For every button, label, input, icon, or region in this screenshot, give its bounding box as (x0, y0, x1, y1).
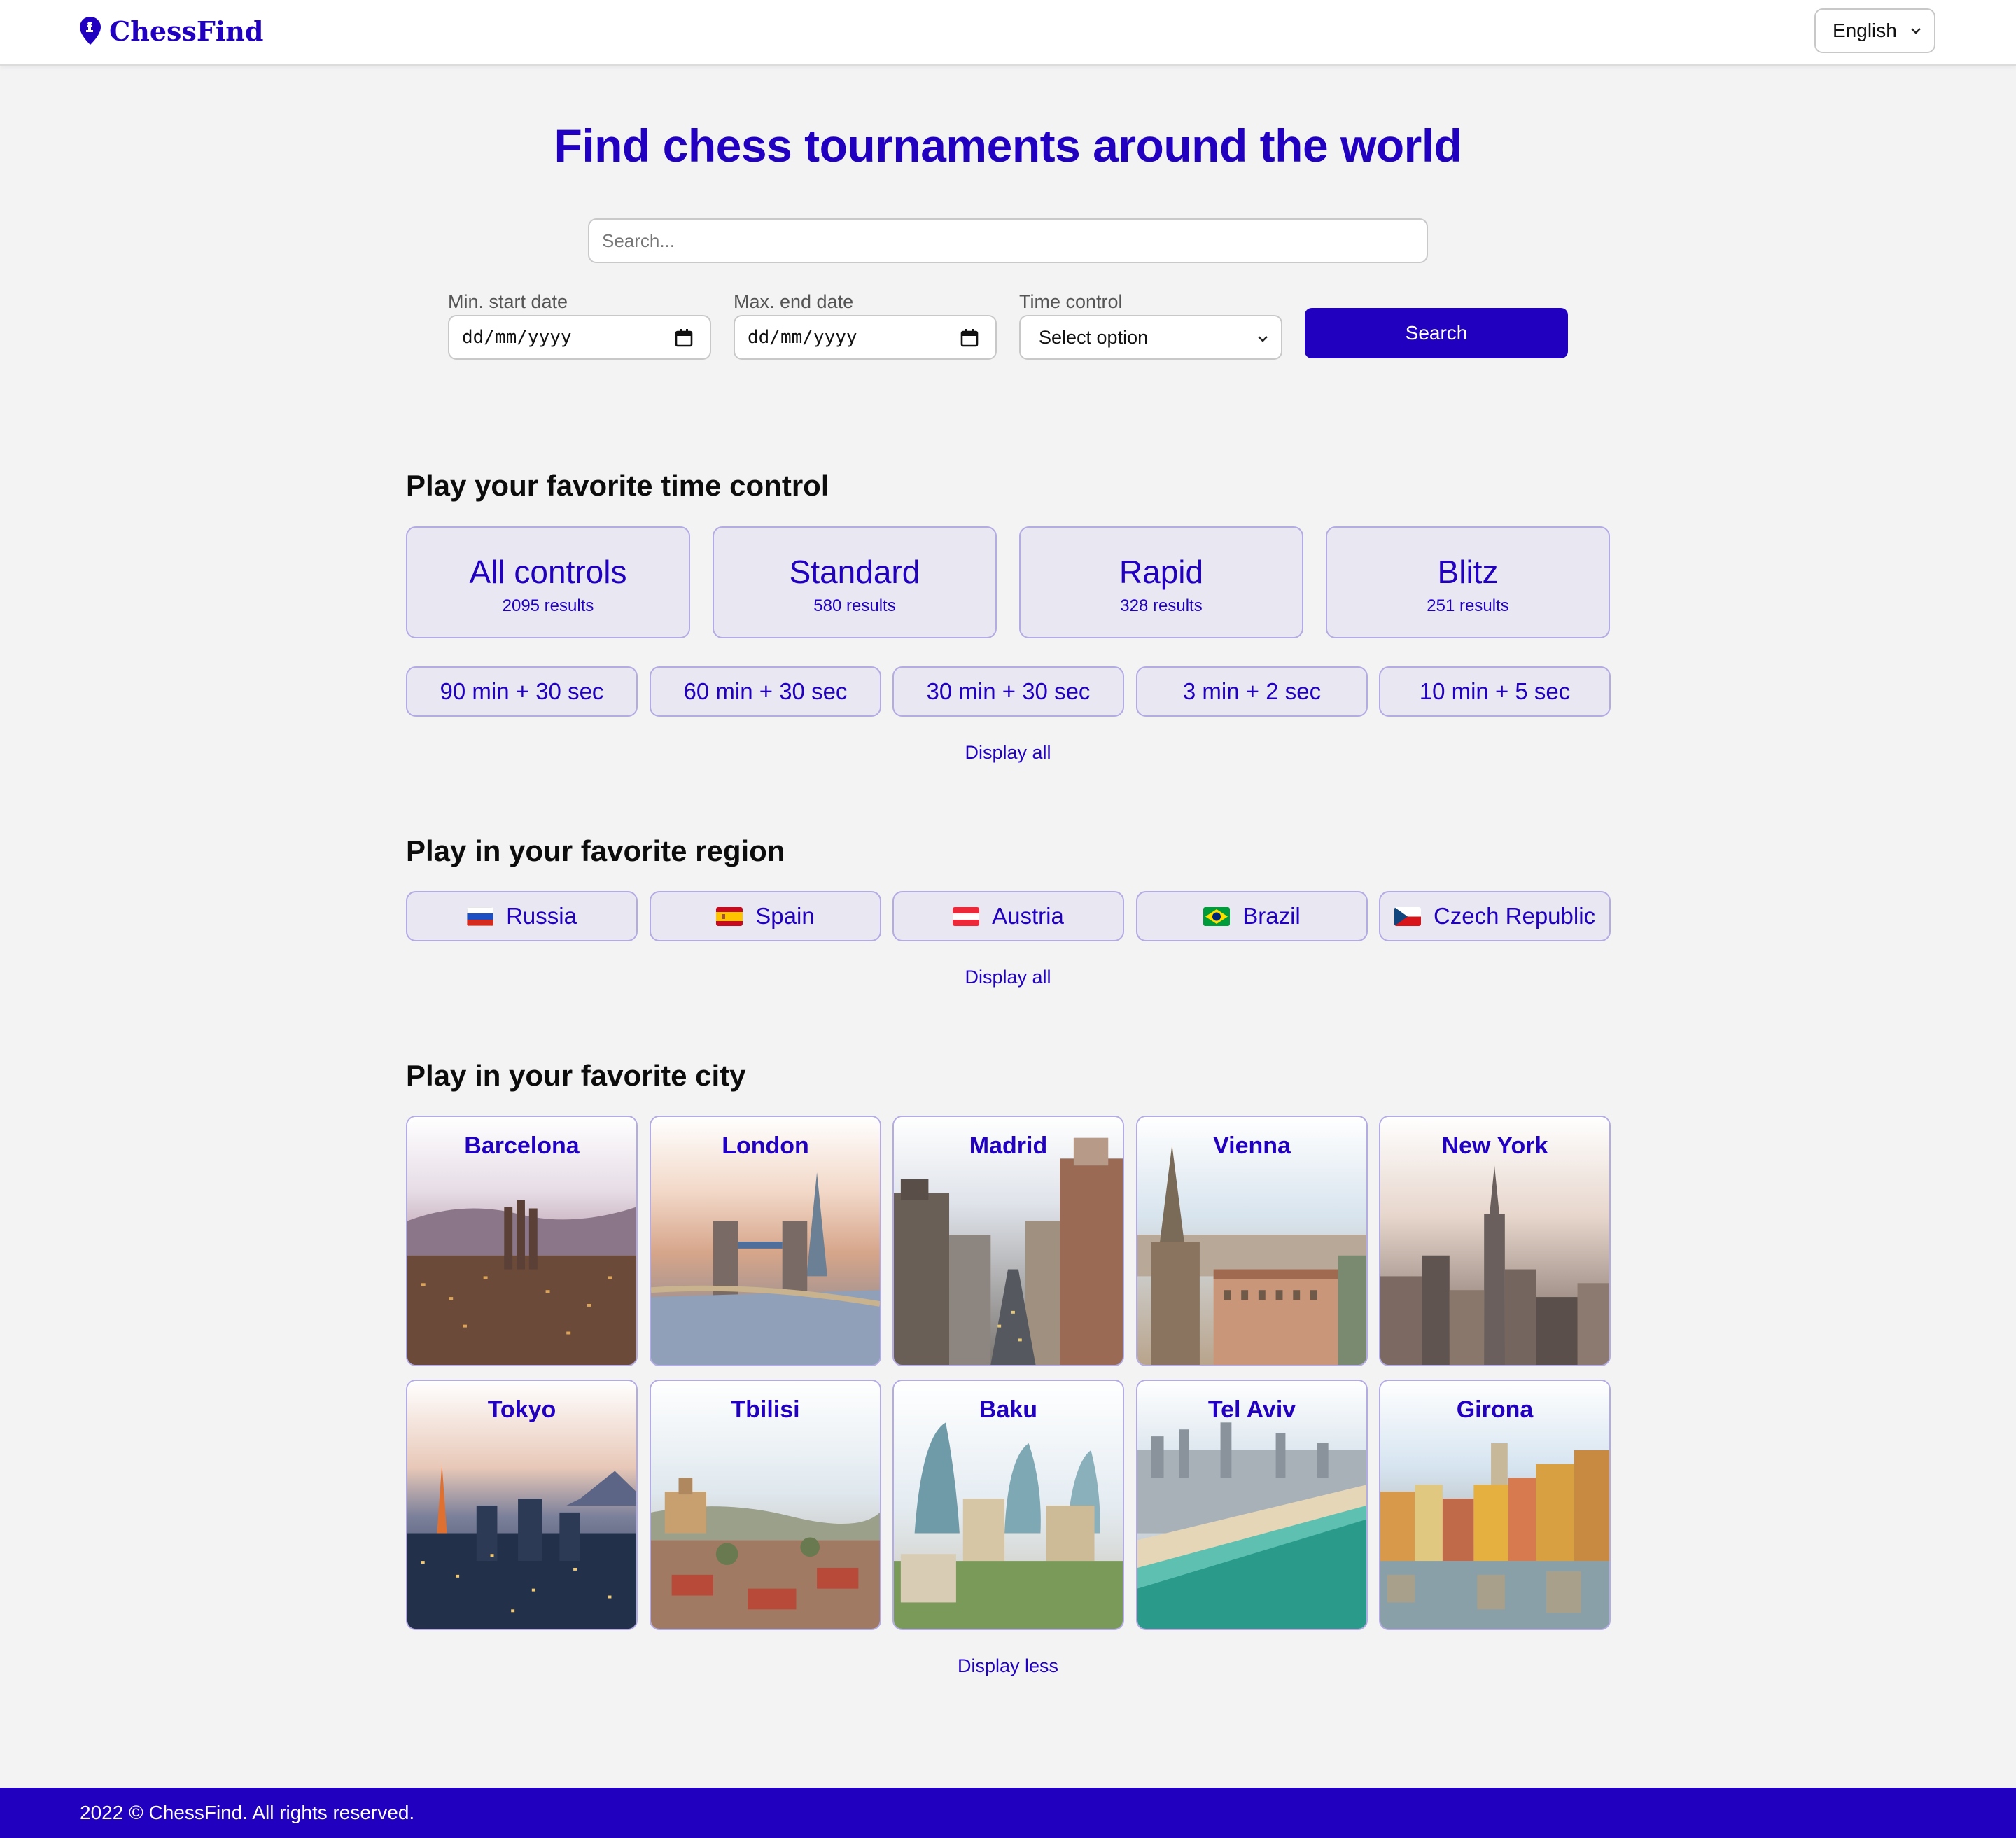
region-section-title: Play in your favorite region (406, 834, 785, 867)
flag-spain-icon (716, 906, 743, 926)
city-name: Baku (979, 1396, 1038, 1423)
time-control-card-blitz[interactable]: Blitz 251 results (1326, 526, 1610, 638)
city-name: Madrid (969, 1132, 1048, 1159)
footer-copyright: 2022 © ChessFind. All rights reserved. (80, 1802, 415, 1823)
top-navbar: ChessFind English (0, 0, 2016, 66)
language-select[interactable]: English (1814, 8, 1935, 53)
time-control-value: Select option (1039, 326, 1149, 348)
time-control-card-rapid[interactable]: Rapid 328 results (1019, 526, 1303, 638)
language-value: English (1833, 20, 1897, 41)
time-preset-pill[interactable]: 90 min + 30 sec (406, 666, 638, 717)
city-card-new-york[interactable]: New York (1379, 1116, 1611, 1366)
min-start-date-value: dd/mm/yyyy (462, 327, 572, 348)
region-pill-spain[interactable]: Spain (650, 891, 881, 941)
display-all-regions-link[interactable]: Display all (0, 967, 2016, 988)
city-name: Tbilisi (731, 1396, 800, 1423)
display-all-time-controls-link[interactable]: Display all (0, 742, 2016, 764)
flag-brazil-icon (1203, 906, 1231, 926)
card-title: All controls (469, 554, 627, 590)
city-card-barcelona[interactable]: Barcelona (406, 1116, 638, 1366)
city-name: New York (1441, 1132, 1548, 1159)
city-card-girona[interactable]: Girona (1379, 1380, 1611, 1630)
time-control-select[interactable]: Select option (1019, 315, 1282, 360)
max-end-date-input[interactable]: dd/mm/yyyy (734, 315, 997, 360)
city-name: Vienna (1213, 1132, 1291, 1159)
city-card-tbilisi[interactable]: Tbilisi (650, 1380, 881, 1630)
city-name: Tel Aviv (1208, 1396, 1296, 1423)
max-end-date-filter: Max. end date dd/mm/yyyy (734, 290, 997, 360)
region-pill-russia[interactable]: Russia (406, 891, 638, 941)
card-results: 328 results (1120, 596, 1203, 615)
search-button[interactable]: Search (1305, 308, 1568, 358)
city-name: London (722, 1132, 809, 1159)
region-pill-brazil[interactable]: Brazil (1136, 891, 1368, 941)
logo-text: ChessFind (109, 15, 264, 47)
city-card-madrid[interactable]: Madrid (892, 1116, 1124, 1366)
flag-czech-icon (1394, 906, 1421, 926)
card-title: Rapid (1119, 554, 1204, 590)
time-control-card-standard[interactable]: Standard 580 results (713, 526, 997, 638)
city-name: Barcelona (464, 1132, 580, 1159)
city-card-tel-aviv[interactable]: Tel Aviv (1136, 1380, 1368, 1630)
chevron-down-icon (1258, 336, 1268, 342)
min-start-date-input[interactable]: dd/mm/yyyy (448, 315, 711, 360)
city-card-tokyo[interactable]: Tokyo (406, 1380, 638, 1630)
chevron-down-icon (1911, 28, 1921, 34)
time-control-card-all[interactable]: All controls 2095 results (406, 526, 690, 638)
max-end-date-value: dd/mm/yyyy (748, 327, 858, 348)
city-card-london[interactable]: London (650, 1116, 881, 1366)
search-input[interactable] (588, 218, 1428, 263)
page-title: Find chess tournaments around the world (554, 120, 1462, 171)
time-preset-pill[interactable]: 30 min + 30 sec (892, 666, 1124, 717)
card-results: 580 results (813, 596, 896, 615)
map-pin-logo-icon (80, 17, 101, 45)
region-label: Czech Republic (1433, 903, 1596, 929)
card-results: 2095 results (502, 596, 594, 615)
time-control-label: Time control (1019, 291, 1123, 312)
region-pill-austria[interactable]: Austria (892, 891, 1124, 941)
calendar-icon[interactable] (959, 328, 980, 349)
card-title: Blitz (1437, 554, 1499, 590)
time-preset-pill[interactable]: 60 min + 30 sec (650, 666, 881, 717)
city-name: Girona (1456, 1396, 1534, 1423)
display-less-cities-link[interactable]: Display less (0, 1655, 2016, 1677)
max-end-date-label: Max. end date (734, 291, 854, 312)
region-label: Brazil (1242, 903, 1301, 929)
time-preset-pill[interactable]: 3 min + 2 sec (1136, 666, 1368, 717)
time-preset-pill[interactable]: 10 min + 5 sec (1379, 666, 1611, 717)
city-section-title: Play in your favorite city (406, 1059, 746, 1092)
city-card-vienna[interactable]: Vienna (1136, 1116, 1368, 1366)
footer: 2022 © ChessFind. All rights reserved. (0, 1788, 2016, 1838)
city-card-baku[interactable]: Baku (892, 1380, 1124, 1630)
min-start-date-label: Min. start date (448, 291, 568, 312)
time-control-filter: Time control Select option (1019, 290, 1282, 360)
flag-austria-icon (953, 906, 980, 926)
time-control-section-title: Play your favorite time control (406, 469, 830, 502)
card-title: Standard (789, 554, 920, 590)
region-label: Russia (506, 903, 577, 929)
logo[interactable]: ChessFind (78, 13, 263, 49)
calendar-icon[interactable] (673, 328, 694, 349)
card-results: 251 results (1427, 596, 1509, 615)
region-label: Spain (755, 903, 815, 929)
min-start-date-filter: Min. start date dd/mm/yyyy (448, 290, 711, 360)
flag-russia-icon (467, 906, 494, 926)
city-name: Tokyo (487, 1396, 556, 1423)
region-label: Austria (992, 903, 1064, 929)
region-pill-czech-republic[interactable]: Czech Republic (1379, 891, 1611, 941)
